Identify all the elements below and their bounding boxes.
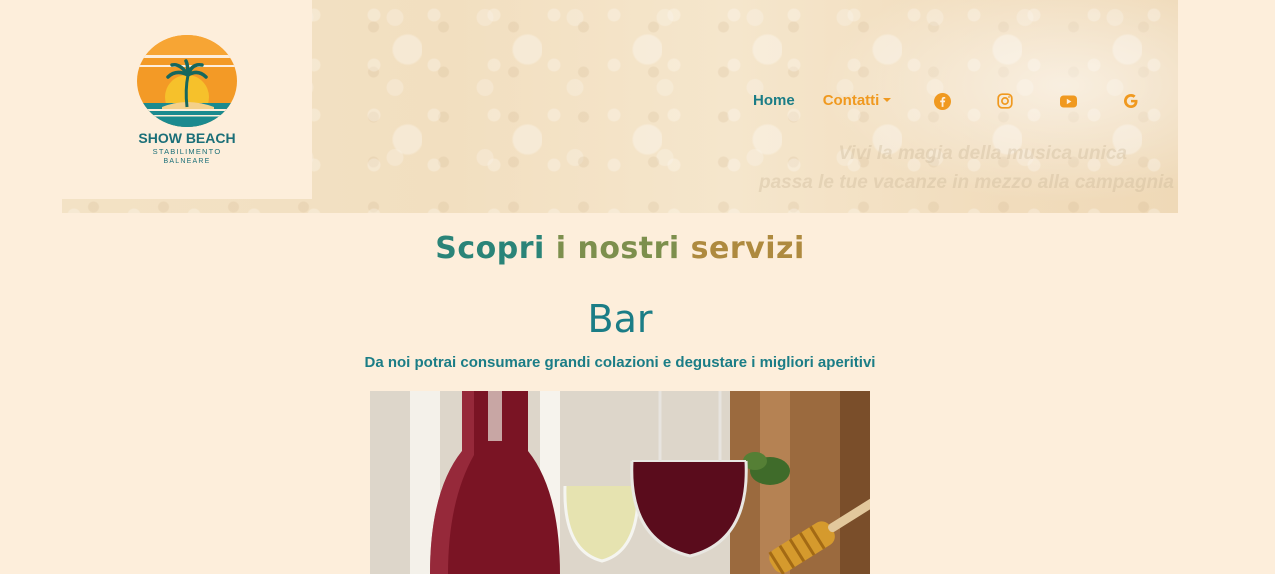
logo-name: SHOW BEACH <box>138 130 235 146</box>
nav-contatti-label: Contatti <box>822 91 880 109</box>
google-icon[interactable] <box>1122 92 1140 110</box>
service-title: Bar <box>587 297 653 341</box>
hero-tagline-2: passa le tue vacanze in mezzo alla campa… <box>758 172 1174 193</box>
section-title: Scopri i nostri servizi <box>0 231 1240 266</box>
facebook-icon[interactable] <box>933 92 951 110</box>
nav-contatti[interactable]: Contatti <box>823 92 892 109</box>
instagram-icon[interactable] <box>996 92 1014 110</box>
service-description: Da noi potrai consumare grandi colazioni… <box>364 354 876 371</box>
hero-tagline-1: Vivi la magia della musica unica <box>838 143 1127 164</box>
logo-line1: STABILIMENTO <box>153 147 222 156</box>
nav-home[interactable]: Home <box>753 92 795 109</box>
main-nav: Home Contatti <box>753 89 892 111</box>
caret-down-icon <box>883 98 892 102</box>
logo-emblem: SHOW BEACH STABILIMENTO BALNEARE <box>137 34 237 165</box>
section-title-word-2: i nostri <box>555 231 680 266</box>
logo[interactable]: SHOW BEACH STABILIMENTO BALNEARE <box>62 0 312 199</box>
logo-line2: BALNEARE <box>164 158 211 165</box>
section-title-word-3: servizi <box>690 231 805 266</box>
section-title-word-1: Scopri <box>435 231 545 266</box>
bar-photo <box>370 391 870 574</box>
youtube-icon[interactable] <box>1059 92 1077 110</box>
